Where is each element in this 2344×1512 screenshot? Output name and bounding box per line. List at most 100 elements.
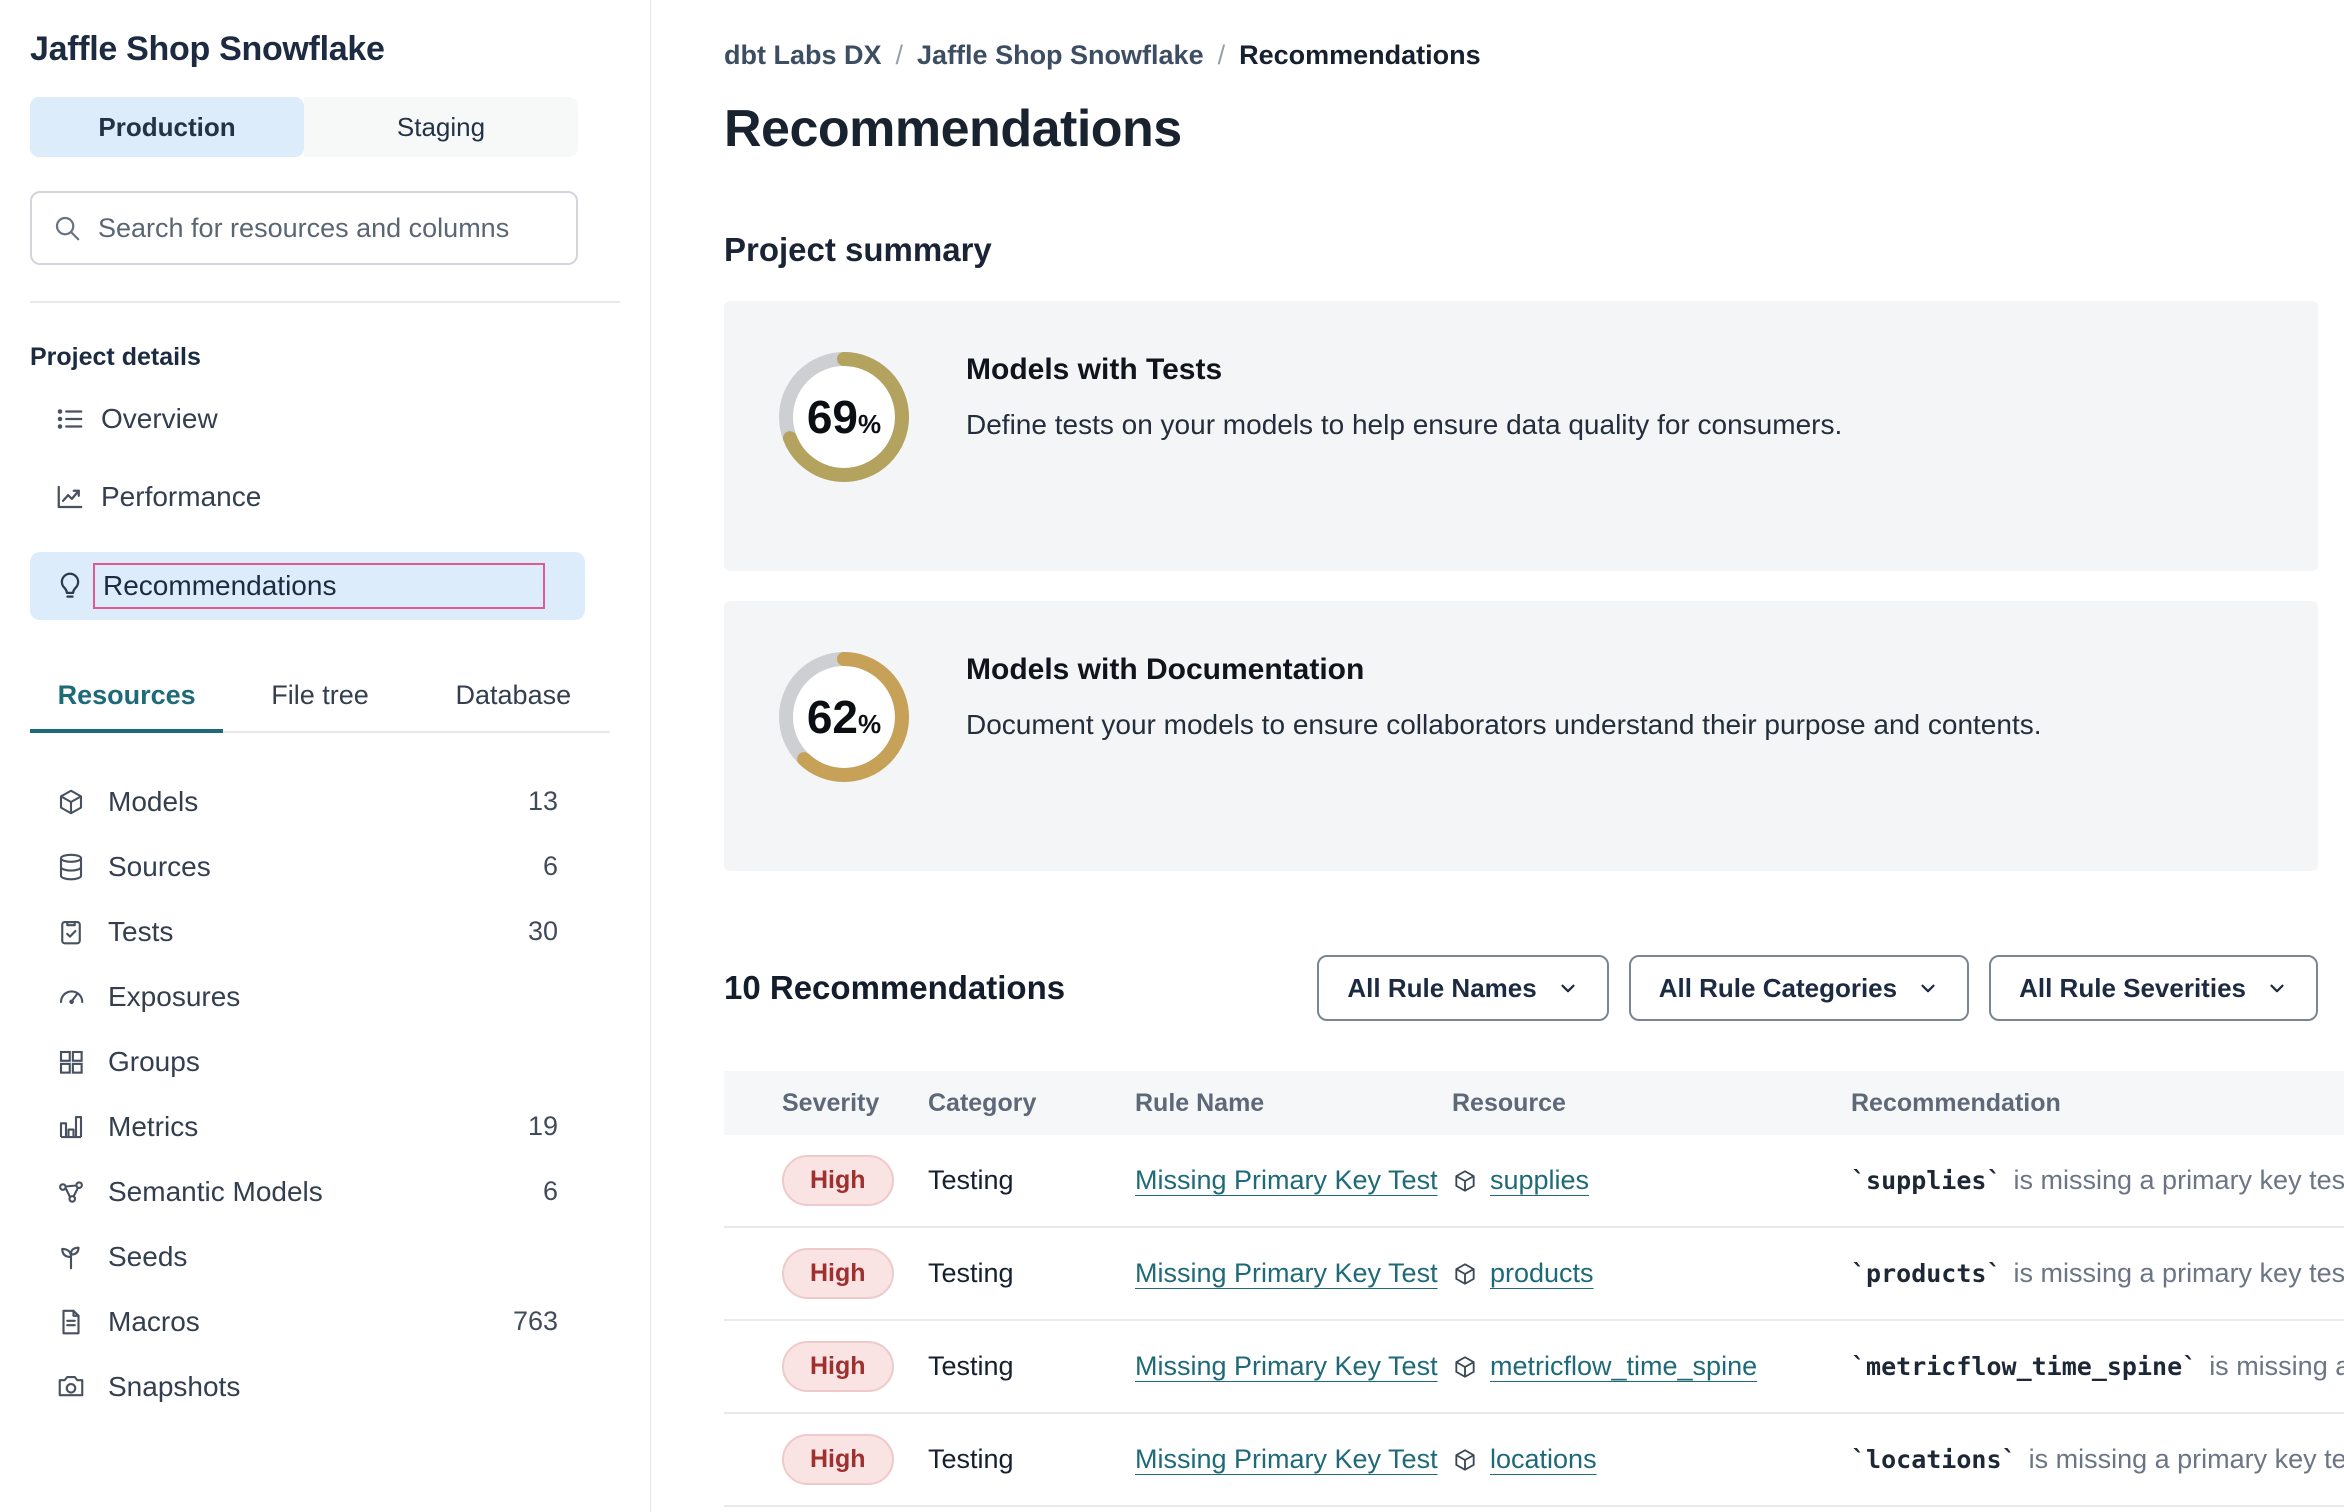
column-header-rule-name: Rule Name	[1135, 1089, 1452, 1118]
env-tab-staging[interactable]: Staging	[304, 97, 578, 157]
donut-value: 69%	[766, 339, 922, 495]
category-cell: Testing	[928, 1351, 1135, 1382]
search-input[interactable]: Search for resources and columns	[30, 191, 578, 265]
card-description: Define tests on your models to help ensu…	[966, 409, 1842, 441]
resource-label: Semantic Models	[108, 1176, 323, 1208]
cube-icon	[1452, 1168, 1478, 1194]
list-icon	[55, 404, 85, 434]
category-cell: Testing	[928, 1444, 1135, 1475]
sidebar-item-exposures[interactable]: Exposures	[30, 964, 620, 1029]
cube-icon	[1452, 1354, 1478, 1380]
column-header-category: Category	[928, 1089, 1135, 1118]
resource-label: Groups	[108, 1046, 200, 1078]
severity-badge: High	[782, 1155, 894, 1206]
sidebar-item-recommendations[interactable]: Recommendations	[30, 552, 585, 620]
database-icon	[56, 852, 86, 882]
filter-rule-severities[interactable]: All Rule Severities	[1989, 955, 2318, 1021]
grid-icon	[56, 1047, 86, 1077]
sidebar-item-groups[interactable]: Groups	[30, 1029, 620, 1094]
severity-badge: High	[782, 1248, 894, 1299]
resource-label: Sources	[108, 851, 211, 883]
sidebar: Jaffle Shop Snowflake Production Staging…	[0, 0, 651, 1512]
rule-name-link[interactable]: Missing Primary Key Test	[1135, 1165, 1438, 1195]
sidebar-item-tests[interactable]: Tests 30	[30, 899, 620, 964]
resource-link[interactable]: products	[1490, 1258, 1594, 1289]
filter-rule-categories[interactable]: All Rule Categories	[1629, 955, 1969, 1021]
recommendations-table: Severity Category Rule Name Resource Rec…	[724, 1071, 2344, 1507]
rule-name-link[interactable]: Missing Primary Key Test	[1135, 1258, 1438, 1288]
sidebar-item-overview[interactable]: Overview	[30, 396, 620, 442]
bar-chart-icon	[56, 1112, 86, 1142]
project-details-label: Project details	[30, 343, 620, 372]
recommendations-header: 10 Recommendations All Rule Names All Ru…	[724, 955, 2318, 1021]
resource-label: Tests	[108, 916, 173, 948]
rule-name-link[interactable]: Missing Primary Key Test	[1135, 1351, 1438, 1381]
filters: All Rule Names All Rule Categories All R…	[1317, 955, 2318, 1021]
document-icon	[56, 1307, 86, 1337]
summary-card-documentation: 62% Models with Documentation Document y…	[724, 601, 2318, 871]
card-title: Models with Documentation	[966, 653, 2042, 687]
breadcrumb-account[interactable]: dbt Labs DX	[724, 40, 882, 71]
lightbulb-icon	[55, 571, 85, 601]
recommendation-cell: `metricflow_time_spine`is missing a prim…	[1851, 1351, 2344, 1382]
tab-database[interactable]: Database	[417, 680, 610, 731]
chevron-down-icon	[1557, 977, 1579, 999]
sidebar-item-sources[interactable]: Sources 6	[30, 834, 620, 899]
sidebar-item-semantic-models[interactable]: Semantic Models 6	[30, 1159, 620, 1224]
tab-file-tree[interactable]: File tree	[223, 680, 416, 731]
sidebar-item-macros[interactable]: Macros 763	[30, 1289, 620, 1354]
column-header-recommendation: Recommendation	[1851, 1089, 2344, 1118]
sidebar-item-snapshots[interactable]: Snapshots	[30, 1354, 620, 1419]
main-content: dbt Labs DX / Jaffle Shop Snowflake / Re…	[651, 0, 2344, 1512]
summary-card-tests: 69% Models with Tests Define tests on yo…	[724, 301, 2318, 571]
resource-label: Snapshots	[108, 1371, 240, 1403]
gauge-icon	[56, 982, 86, 1012]
category-cell: Testing	[928, 1258, 1135, 1289]
line-chart-icon	[55, 482, 85, 512]
resource-label: Models	[108, 786, 198, 818]
resource-code: `locations`	[1851, 1445, 2017, 1474]
project-nav: Overview Performance Recommendations	[30, 396, 620, 620]
resource-label: Macros	[108, 1306, 200, 1338]
resource-link[interactable]: metricflow_time_spine	[1490, 1351, 1757, 1382]
tab-resources[interactable]: Resources	[30, 680, 223, 733]
recommendations-count-heading: 10 Recommendations	[724, 969, 1065, 1007]
resource-link[interactable]: supplies	[1490, 1165, 1589, 1196]
table-row: High Testing Missing Primary Key Test lo…	[724, 1414, 2344, 1507]
resource-count: 763	[513, 1306, 558, 1337]
resource-tabs: Resources File tree Database	[30, 680, 610, 733]
breadcrumb-separator: /	[1218, 40, 1226, 71]
table-row: High Testing Missing Primary Key Test me…	[724, 1321, 2344, 1414]
severity-badge: High	[782, 1341, 894, 1392]
env-tab-production[interactable]: Production	[30, 97, 304, 157]
resource-label: Exposures	[108, 981, 240, 1013]
breadcrumb-separator: /	[896, 40, 904, 71]
sidebar-item-label: Recommendations	[103, 570, 336, 602]
sidebar-item-metrics[interactable]: Metrics 19	[30, 1094, 620, 1159]
breadcrumb-project[interactable]: Jaffle Shop Snowflake	[917, 40, 1204, 71]
table-header-row: Severity Category Rule Name Resource Rec…	[724, 1071, 2344, 1135]
sidebar-item-performance[interactable]: Performance	[30, 474, 620, 520]
table-row: High Testing Missing Primary Key Test pr…	[724, 1228, 2344, 1321]
cube-icon	[1452, 1261, 1478, 1287]
resource-count: 13	[528, 786, 558, 817]
card-title: Models with Tests	[966, 353, 1842, 387]
camera-icon	[56, 1372, 86, 1402]
search-placeholder: Search for resources and columns	[98, 213, 509, 244]
resource-label: Metrics	[108, 1111, 198, 1143]
cube-icon	[56, 787, 86, 817]
sidebar-item-seeds[interactable]: Seeds	[30, 1224, 620, 1289]
donut-chart-tests: 69%	[766, 339, 922, 495]
rule-name-link[interactable]: Missing Primary Key Test	[1135, 1444, 1438, 1474]
resource-count: 19	[528, 1111, 558, 1142]
sidebar-divider	[30, 301, 620, 303]
cube-icon	[1452, 1447, 1478, 1473]
donut-chart-documentation: 62%	[766, 639, 922, 795]
donut-value: 62%	[766, 639, 922, 795]
sidebar-item-models[interactable]: Models 13	[30, 769, 620, 834]
resource-count: 30	[528, 916, 558, 947]
resource-code: `metricflow_time_spine`	[1851, 1352, 2197, 1381]
recommendation-cell: `products`is missing a primary key test.…	[1851, 1258, 2344, 1289]
resource-link[interactable]: locations	[1490, 1444, 1597, 1475]
filter-rule-names[interactable]: All Rule Names	[1317, 955, 1608, 1021]
